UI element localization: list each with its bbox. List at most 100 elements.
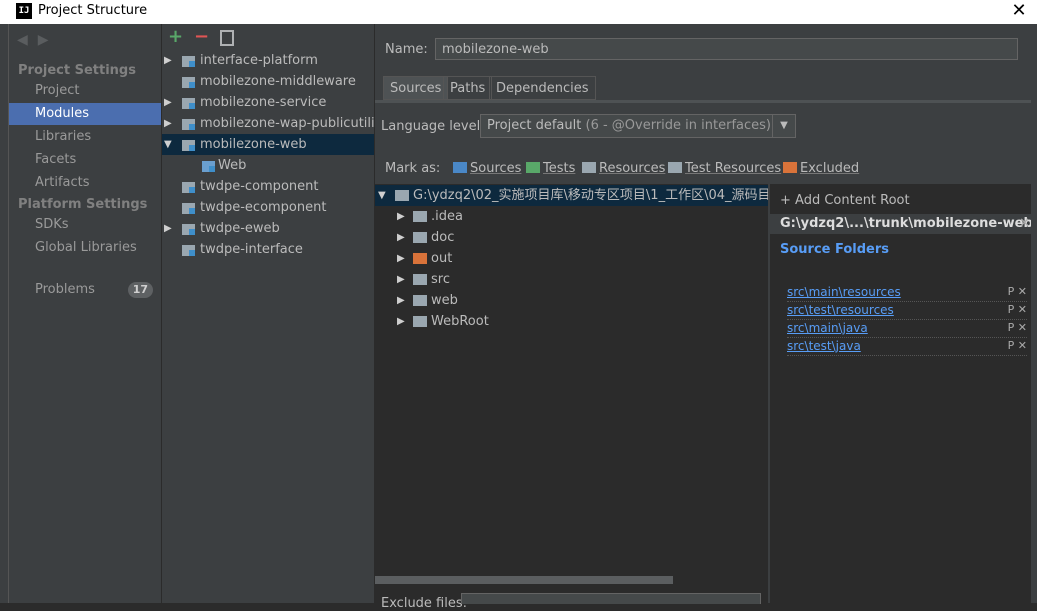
module-item[interactable]: ▶ interface-platform: [162, 50, 374, 71]
folder-icon: [413, 232, 427, 243]
excluded-folder-icon: [783, 162, 797, 173]
intellij-app-icon: IJ: [16, 3, 32, 19]
sidebar-item-problems[interactable]: Problems 17: [9, 279, 161, 301]
module-item[interactable]: twdpe-component: [162, 176, 374, 197]
mark-as-test-resources-button[interactable]: Test Resources: [668, 161, 781, 176]
collapse-arrow-icon[interactable]: ▼: [378, 185, 386, 206]
module-item[interactable]: mobilezone-middleware: [162, 71, 374, 92]
module-folder-icon: [182, 119, 195, 130]
sidebar-item-project[interactable]: Project: [9, 80, 161, 102]
sidebar-item-libraries[interactable]: Libraries: [9, 126, 161, 148]
module-editor: Name: mobilezone-web Sources Paths Depen…: [375, 24, 1037, 611]
add-module-icon[interactable]: +: [168, 26, 183, 47]
sidebar-item-facets[interactable]: Facets: [9, 149, 161, 171]
module-name-input[interactable]: mobilezone-web: [435, 38, 1018, 60]
module-item[interactable]: ▶ mobilezone-service: [162, 92, 374, 113]
content-root-panel: + Add Content Root G:\ydzq2\...\trunk\mo…: [769, 184, 1037, 603]
mark-as-sources-button[interactable]: Sources: [453, 161, 521, 176]
folder-icon: [395, 190, 409, 201]
sidebar-item-global-libraries[interactable]: Global Libraries: [9, 237, 161, 259]
mark-as-resources-button[interactable]: Resources: [582, 161, 665, 176]
source-folders-title: Source Folders: [780, 242, 890, 257]
source-folder-item[interactable]: src\main\java P ✕: [787, 319, 1027, 338]
expand-arrow-icon[interactable]: ▶: [164, 92, 172, 113]
remove-folder-icon[interactable]: ✕: [1018, 303, 1027, 316]
horizontal-scrollbar[interactable]: [375, 576, 673, 584]
tab-sources[interactable]: Sources: [383, 76, 449, 100]
properties-icon[interactable]: P: [1008, 339, 1015, 352]
language-level-label: Language level:: [381, 119, 485, 134]
problems-count-badge: 17: [127, 282, 153, 298]
problems-label: Problems: [35, 282, 95, 297]
module-item[interactable]: twdpe-interface: [162, 239, 374, 260]
source-folder-item[interactable]: src\test\java P ✕: [787, 337, 1027, 356]
module-folder-icon: [182, 140, 195, 151]
window-title: Project Structure: [38, 3, 148, 18]
module-folder-icon: [182, 98, 195, 109]
remove-folder-icon[interactable]: ✕: [1018, 321, 1027, 334]
nav-arrows: ◀▶: [17, 32, 59, 48]
sidebar-item-modules[interactable]: Modules: [9, 103, 161, 125]
module-item[interactable]: ▶ mobilezone-wap-publicutilitie: [162, 113, 374, 134]
module-item-selected[interactable]: ▼ mobilezone-web: [162, 134, 374, 155]
expand-arrow-icon[interactable]: ▶: [397, 311, 405, 332]
properties-icon[interactable]: P: [1008, 303, 1015, 316]
expand-arrow-icon[interactable]: ▶: [397, 227, 405, 248]
remove-folder-icon[interactable]: ✕: [1018, 339, 1027, 352]
module-folder-icon: [182, 77, 195, 88]
properties-icon[interactable]: P: [1008, 285, 1015, 298]
expand-arrow-icon[interactable]: ▶: [397, 290, 405, 311]
expand-arrow-icon[interactable]: ▶: [397, 269, 405, 290]
exclude-files-label: Exclude files:: [381, 596, 468, 611]
web-facet-icon: [202, 161, 215, 172]
settings-sidebar: ◀▶ Project Settings Project Modules Libr…: [9, 24, 162, 603]
title-bar: IJ Project Structure ✕: [0, 0, 1037, 24]
folder-icon: [413, 295, 427, 306]
test-resources-folder-icon: [668, 162, 682, 173]
folder-icon: [413, 274, 427, 285]
tree-root-row[interactable]: ▼ G:\ydzq2\02_实施项目库\移动专区项目\1_工作区\04_源码目录…: [375, 185, 768, 206]
facet-item-web[interactable]: Web: [162, 155, 374, 176]
mark-as-tests-button[interactable]: Tests: [526, 161, 575, 176]
modules-panel: + − ▶ interface-platform mobilezone-midd…: [162, 24, 375, 603]
collapse-arrow-icon[interactable]: ▼: [164, 134, 172, 155]
expand-arrow-icon[interactable]: ▶: [397, 206, 405, 227]
chevron-down-icon[interactable]: ▼: [772, 115, 795, 137]
mark-as-excluded-button[interactable]: Excluded: [783, 161, 859, 176]
language-level-select[interactable]: Project default (6 - @Override in interf…: [480, 114, 796, 138]
sidebar-item-sdks[interactable]: SDKs: [9, 214, 161, 236]
tab-dependencies[interactable]: Dependencies: [489, 76, 596, 100]
copy-module-icon[interactable]: [220, 30, 234, 46]
expand-arrow-icon[interactable]: ▶: [164, 113, 172, 134]
remove-module-icon[interactable]: −: [194, 26, 209, 47]
sidebar-item-artifacts[interactable]: Artifacts: [9, 172, 161, 194]
properties-icon[interactable]: P: [1008, 321, 1015, 334]
close-window-button[interactable]: ✕: [1001, 0, 1037, 24]
module-item[interactable]: ▶ twdpe-eweb: [162, 218, 374, 239]
remove-folder-icon[interactable]: ✕: [1018, 285, 1027, 298]
content-root-header: G:\ydzq2\...\trunk\mobilezone-web ✕: [770, 214, 1037, 234]
tab-underline: [375, 100, 1037, 103]
excluded-folder-icon: [413, 253, 427, 264]
exclude-files-input[interactable]: [461, 593, 761, 604]
project-settings-header: Project Settings: [18, 63, 136, 78]
tab-paths[interactable]: Paths: [443, 76, 493, 100]
name-label: Name:: [385, 42, 428, 57]
remove-content-root-icon[interactable]: ✕: [1019, 214, 1030, 234]
expand-arrow-icon[interactable]: ▶: [164, 50, 172, 71]
expand-arrow-icon[interactable]: ▶: [397, 248, 405, 269]
module-folder-icon: [182, 224, 195, 235]
forward-arrow-icon[interactable]: ▶: [38, 32, 59, 48]
resources-folder-icon: [582, 162, 596, 173]
add-content-root-button[interactable]: + Add Content Root: [780, 193, 910, 208]
folder-icon: [413, 316, 427, 327]
content-root-tree: ▼ G:\ydzq2\02_实施项目库\移动专区项目\1_工作区\04_源码目录…: [375, 184, 768, 603]
expand-arrow-icon[interactable]: ▶: [164, 218, 172, 239]
module-item[interactable]: twdpe-ecomponent: [162, 197, 374, 218]
vertical-scrollbar[interactable]: [1031, 24, 1037, 603]
source-folder-item[interactable]: src\main\resources P ✕: [787, 283, 1027, 302]
back-arrow-icon[interactable]: ◀: [17, 32, 38, 48]
source-folder-item[interactable]: src\test\resources P ✕: [787, 301, 1027, 320]
sources-folder-icon: [453, 162, 467, 173]
module-folder-icon: [182, 56, 195, 67]
